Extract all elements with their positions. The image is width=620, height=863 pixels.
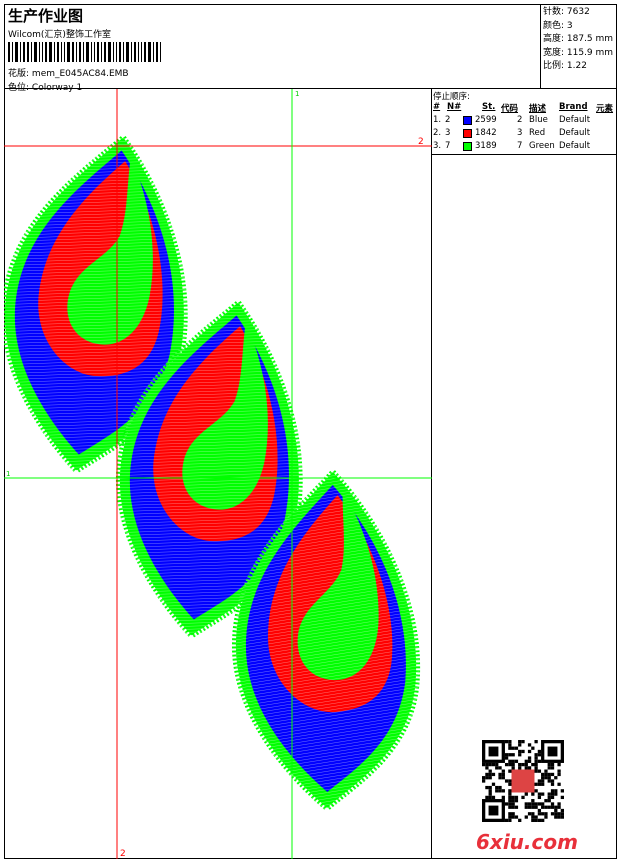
barcode-bar: [79, 42, 81, 62]
barcode-bar: [131, 42, 132, 62]
barcode-bar: [91, 42, 92, 62]
barcode-bar: [42, 42, 43, 62]
row-brand: Default: [559, 141, 591, 151]
design-height: 高度: 187.5 mm: [543, 34, 614, 44]
col-code: 代码: [501, 104, 519, 114]
row-description: Red: [529, 128, 546, 138]
row-needle: 2: [445, 115, 451, 125]
design-value: mem_E045AC84.EMB: [31, 69, 129, 79]
table-row: 2. 3 1842 3 Red Default: [433, 128, 616, 140]
color-swatch: [463, 116, 472, 125]
barcode-bar: [76, 42, 77, 62]
barcode-bar: [153, 42, 154, 62]
barcode-bar: [141, 42, 142, 62]
barcode-bar: [72, 42, 74, 62]
barcode: [8, 42, 168, 62]
design-info-panel: 针数: 7632 颜色: 3 高度: 187.5 mm 宽度: 115.9 mm…: [540, 4, 617, 89]
green-guide-label-left: 1: [6, 470, 10, 478]
col-element: 元素: [596, 104, 614, 114]
red-guide-label: 2: [418, 137, 424, 147]
barcode-bar: [113, 42, 114, 62]
barcode-bar: [12, 42, 13, 62]
design-file: 花版: mem_E045AC84.EMB: [8, 66, 129, 79]
embroidery-preview: 2 2 1 1: [4, 89, 432, 859]
design-width: 宽度: 115.9 mm: [543, 47, 614, 58]
barcode-bar: [97, 42, 99, 62]
watermark-logo: 6xiu.com: [476, 830, 578, 854]
barcode-bar: [116, 42, 117, 62]
color-swatch: [463, 129, 472, 138]
barcode-bar: [156, 42, 158, 62]
row-description: Green: [529, 141, 555, 151]
row-stitches: 1842: [475, 128, 497, 138]
barcode-bar: [160, 42, 161, 62]
design-label: 花版:: [8, 69, 30, 79]
row-code: 7: [517, 141, 523, 151]
table-row: 3. 7 3189 7 Green Default: [433, 141, 616, 153]
barcode-bar: [148, 42, 151, 62]
row-stitches: 2599: [475, 115, 497, 125]
stitch-count: 针数: 7632: [543, 7, 590, 17]
row-brand: Default: [559, 128, 591, 138]
barcode-bar: [15, 42, 18, 62]
barcode-bar: [126, 42, 129, 62]
row-code: 2: [517, 115, 523, 125]
row-brand: Default: [559, 115, 591, 125]
row-code: 3: [517, 128, 523, 138]
table-header: # N# St. 代码 描述 Brand 元素: [433, 102, 616, 114]
barcode-bar: [45, 42, 47, 62]
red-guide-label-bottom: 2: [120, 849, 126, 859]
barcode-bar: [20, 42, 21, 62]
barcode-bar: [23, 42, 25, 62]
col-needle: N#: [447, 102, 462, 112]
col-stitches: St.: [482, 102, 496, 112]
barcode-bar: [64, 42, 65, 62]
barcode-bar: [39, 42, 40, 62]
barcode-bar: [119, 42, 121, 62]
green-guide-label: 1: [295, 90, 299, 98]
barcode-bar: [144, 42, 146, 62]
row-stitches: 3189: [475, 141, 497, 151]
row-needle: 3: [445, 128, 451, 138]
barcode-bar: [61, 42, 62, 62]
stop-sequence-table: 停止顺序: # N# St. 代码 描述 Brand 元素 1. 2 2599 …: [432, 89, 617, 155]
row-index: 2.: [433, 128, 442, 138]
row-description: Blue: [529, 115, 548, 125]
barcode-bar: [31, 42, 32, 62]
barcode-bar: [94, 42, 95, 62]
barcode-bar: [27, 42, 29, 62]
col-index: #: [433, 102, 441, 112]
barcode-bar: [108, 42, 111, 62]
barcode-bar: [134, 42, 136, 62]
barcode-bar: [86, 42, 89, 62]
barcode-bar: [34, 42, 37, 62]
company-name: Wilcom(汇京)整饰工作室: [8, 30, 111, 40]
barcode-bar: [49, 42, 52, 62]
qr-code: [481, 740, 565, 822]
row-needle: 7: [445, 141, 451, 151]
barcode-bar: [138, 42, 139, 62]
barcode-bar: [8, 42, 10, 62]
design-scale: 比例: 1.22: [543, 61, 587, 71]
color-count: 颜色: 3: [543, 20, 573, 31]
barcode-bar: [54, 42, 55, 62]
row-index: 1.: [433, 115, 442, 125]
color-swatch: [463, 142, 472, 151]
col-description: 描述: [529, 104, 547, 114]
barcode-bar: [123, 42, 124, 62]
worksheet-header: 生产作业图 Wilcom(汇京)整饰工作室 花版: mem_E045AC84.E…: [4, 4, 617, 93]
stop-sequence-title: 停止顺序:: [433, 92, 470, 102]
barcode-bar: [104, 42, 106, 62]
page-title: 生产作业图: [8, 7, 84, 25]
col-brand: Brand: [559, 102, 588, 112]
row-index: 3.: [433, 141, 442, 151]
barcode-bar: [67, 42, 70, 62]
table-row: 1. 2 2599 2 Blue Default: [433, 115, 616, 127]
barcode-bar: [57, 42, 59, 62]
barcode-bar: [83, 42, 84, 62]
design-canvas: 2 2 1 1: [4, 89, 432, 859]
barcode-bar: [101, 42, 102, 62]
